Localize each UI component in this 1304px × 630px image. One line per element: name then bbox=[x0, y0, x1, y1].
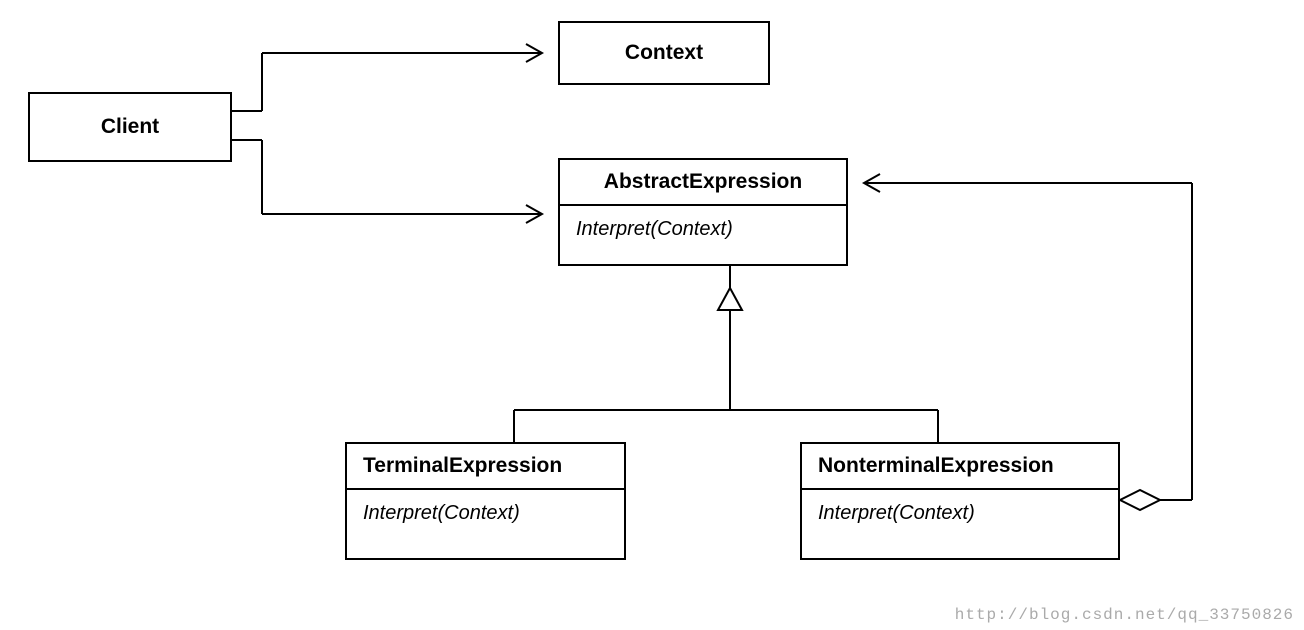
abstract-expression-title: AbstractExpression bbox=[560, 160, 846, 204]
terminal-expression-class-box: TerminalExpression Interpret(Context) bbox=[345, 442, 626, 560]
context-class-box: Context bbox=[558, 21, 770, 85]
terminal-expression-method: Interpret(Context) bbox=[347, 488, 624, 537]
context-label: Context bbox=[625, 41, 703, 65]
nonterminal-expression-class-box: NonterminalExpression Interpret(Context) bbox=[800, 442, 1120, 560]
client-label: Client bbox=[101, 115, 159, 139]
arrow-client-to-context bbox=[232, 44, 542, 111]
arrow-client-to-abstractexpression bbox=[232, 140, 542, 223]
nonterminal-expression-method: Interpret(Context) bbox=[802, 488, 1118, 537]
abstract-expression-method: Interpret(Context) bbox=[560, 204, 846, 253]
terminal-expression-title: TerminalExpression bbox=[347, 444, 624, 488]
watermark-text: http://blog.csdn.net/qq_33750826 bbox=[955, 606, 1294, 624]
nonterminal-expression-title: NonterminalExpression bbox=[802, 444, 1118, 488]
client-class-box: Client bbox=[28, 92, 232, 162]
abstract-expression-class-box: AbstractExpression Interpret(Context) bbox=[558, 158, 848, 266]
generalization-to-abstractexpression bbox=[514, 266, 938, 442]
